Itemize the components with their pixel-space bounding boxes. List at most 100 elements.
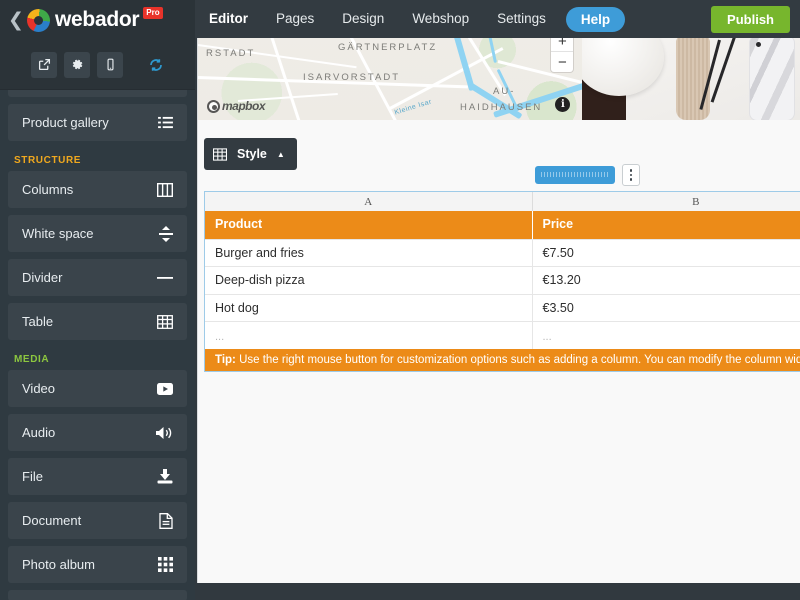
tab-webshop[interactable]: Webshop <box>398 0 483 38</box>
map-zoom-controls: + − <box>551 32 573 72</box>
preview-site-button[interactable] <box>31 52 57 78</box>
tip-text: Use the right mouse button for customiza… <box>236 354 800 366</box>
sync-icon[interactable] <box>148 57 164 73</box>
table-cell[interactable]: €13.20 <box>533 266 800 294</box>
editor-canvas: RSTADT GÄRTNERPLATZ ISARVORSTADT AU- HAI… <box>197 30 800 583</box>
map-label: GÄRTNERPLATZ <box>338 42 437 53</box>
sidebar-item-table[interactable]: Table <box>8 303 187 340</box>
table-cell[interactable]: €7.50 <box>533 239 800 267</box>
file-download-icon <box>157 469 173 484</box>
publish-button[interactable]: Publish <box>711 6 790 33</box>
table-options-button[interactable] <box>622 164 640 186</box>
sidebar-item-photo-album[interactable]: Photo album <box>8 546 187 583</box>
tab-settings[interactable]: Settings <box>483 0 560 38</box>
table-cell[interactable]: ... <box>205 321 533 349</box>
map-zoom-out-button[interactable]: − <box>551 52 573 72</box>
table-row: Deep-dish pizza €13.20 <box>205 266 800 294</box>
table-row: Burger and fries €7.50 <box>205 239 800 267</box>
table-row: Hot dog €3.50 <box>205 294 800 322</box>
map-label: HAIDHAUSEN <box>460 102 542 113</box>
left-panel: ❮ webador Pro <box>0 0 195 600</box>
column-header-a[interactable]: A <box>205 192 533 211</box>
group-label-structure: STRUCTURE <box>8 148 187 171</box>
table-cell[interactable]: Hot dog <box>205 294 533 322</box>
table-cell[interactable]: Burger and fries <box>205 239 533 267</box>
sidebar-item-label: Audio <box>22 425 55 440</box>
mobile-preview-button[interactable] <box>97 52 123 78</box>
photo-sleeve <box>676 36 710 120</box>
brand-name: webador <box>55 8 139 32</box>
chevron-up-icon: ▲ <box>277 150 285 159</box>
mapbox-attribution[interactable]: mapbox <box>207 99 265 113</box>
table-header-cell[interactable]: Product <box>205 211 533 239</box>
bottom-bar <box>195 583 800 600</box>
settings-button[interactable] <box>64 52 90 78</box>
list-item-partial[interactable] <box>8 90 187 97</box>
back-chevron-icon[interactable]: ❮ <box>8 11 24 30</box>
table-header-row: Product Price <box>205 211 800 239</box>
table-style-toolbar[interactable]: Style ▲ <box>204 138 297 170</box>
document-icon <box>159 513 173 529</box>
column-letter-row: A B <box>205 192 800 211</box>
photo-album-icon <box>158 557 173 572</box>
mapbox-icon <box>207 100 220 113</box>
divider-icon <box>157 276 173 280</box>
pro-badge: Pro <box>143 7 162 19</box>
audio-icon <box>156 426 173 440</box>
table-cell[interactable]: Deep-dish pizza <box>205 266 533 294</box>
map-label: RSTADT <box>206 48 255 59</box>
sidebar-item-label: Divider <box>22 270 62 285</box>
sidebar-item-label: Document <box>22 513 81 528</box>
map-label: ISARVORSTADT <box>303 72 400 83</box>
columns-icon <box>157 183 173 197</box>
tab-editor[interactable]: Editor <box>195 0 262 38</box>
webador-editor-window: ❮ webador Pro <box>0 0 800 600</box>
sidebar-item-label: Video <box>22 381 55 396</box>
sidebar-item-white-space[interactable]: White space <box>8 215 187 252</box>
top-navigation: Editor Pages Design Webshop Settings Hel… <box>195 0 800 38</box>
column-header-b[interactable]: B <box>533 192 800 211</box>
sidebar-item-product-gallery[interactable]: Product gallery <box>8 104 187 141</box>
video-icon <box>157 383 173 395</box>
table-row-placeholder: ... ... <box>205 321 800 349</box>
sidebar-item-divider[interactable]: Divider <box>8 259 187 296</box>
table-tip-bar: Tip: Use the right mouse button for cust… <box>205 349 800 371</box>
table-header-cell[interactable]: Price <box>533 211 800 239</box>
sidebar-item-label: Columns <box>22 182 73 197</box>
help-button[interactable]: Help <box>566 7 625 32</box>
sidebar-item-video[interactable]: Video <box>8 370 187 407</box>
map-label: AU- <box>493 86 515 97</box>
table-icon <box>213 148 227 161</box>
mapbox-label: mapbox <box>222 99 265 113</box>
list-icon <box>158 116 173 129</box>
table-cell[interactable]: ... <box>533 321 800 349</box>
tab-pages[interactable]: Pages <box>262 0 328 38</box>
column-resize-handle[interactable] <box>535 166 615 184</box>
webador-logo-icon[interactable] <box>27 9 50 32</box>
table-element[interactable]: A B Product Price Burger and fries €7.50… <box>204 191 800 372</box>
element-list: Product gallery STRUCTURE Columns <box>0 90 195 600</box>
table-cell[interactable]: €3.50 <box>533 294 800 322</box>
tab-design[interactable]: Design <box>328 0 398 38</box>
table-icon <box>157 315 173 329</box>
list-item-partial[interactable] <box>8 590 187 600</box>
photo-phone-case <box>750 36 794 120</box>
sidebar-item-file[interactable]: File <box>8 458 187 495</box>
sidebar-item-columns[interactable]: Columns <box>8 171 187 208</box>
sidebar-item-label: White space <box>22 226 94 241</box>
sidebar-item-label: Table <box>22 314 53 329</box>
tool-strip <box>0 40 195 90</box>
sidebar-item-label: File <box>22 469 43 484</box>
group-label-media: MEDIA <box>8 347 187 370</box>
white-space-icon <box>159 226 173 242</box>
dot <box>630 174 633 177</box>
brand-bar: ❮ webador Pro <box>0 0 195 40</box>
tip-prefix: Tip: <box>215 354 236 366</box>
lifestyle-photo[interactable] <box>582 30 800 120</box>
sidebar-item-label: Product gallery <box>22 115 109 130</box>
map-element[interactable]: RSTADT GÄRTNERPLATZ ISARVORSTADT AU- HAI… <box>198 30 582 120</box>
sidebar-item-audio[interactable]: Audio <box>8 414 187 451</box>
dot <box>630 178 633 181</box>
style-button-label: Style <box>237 147 267 161</box>
sidebar-item-document[interactable]: Document <box>8 502 187 539</box>
